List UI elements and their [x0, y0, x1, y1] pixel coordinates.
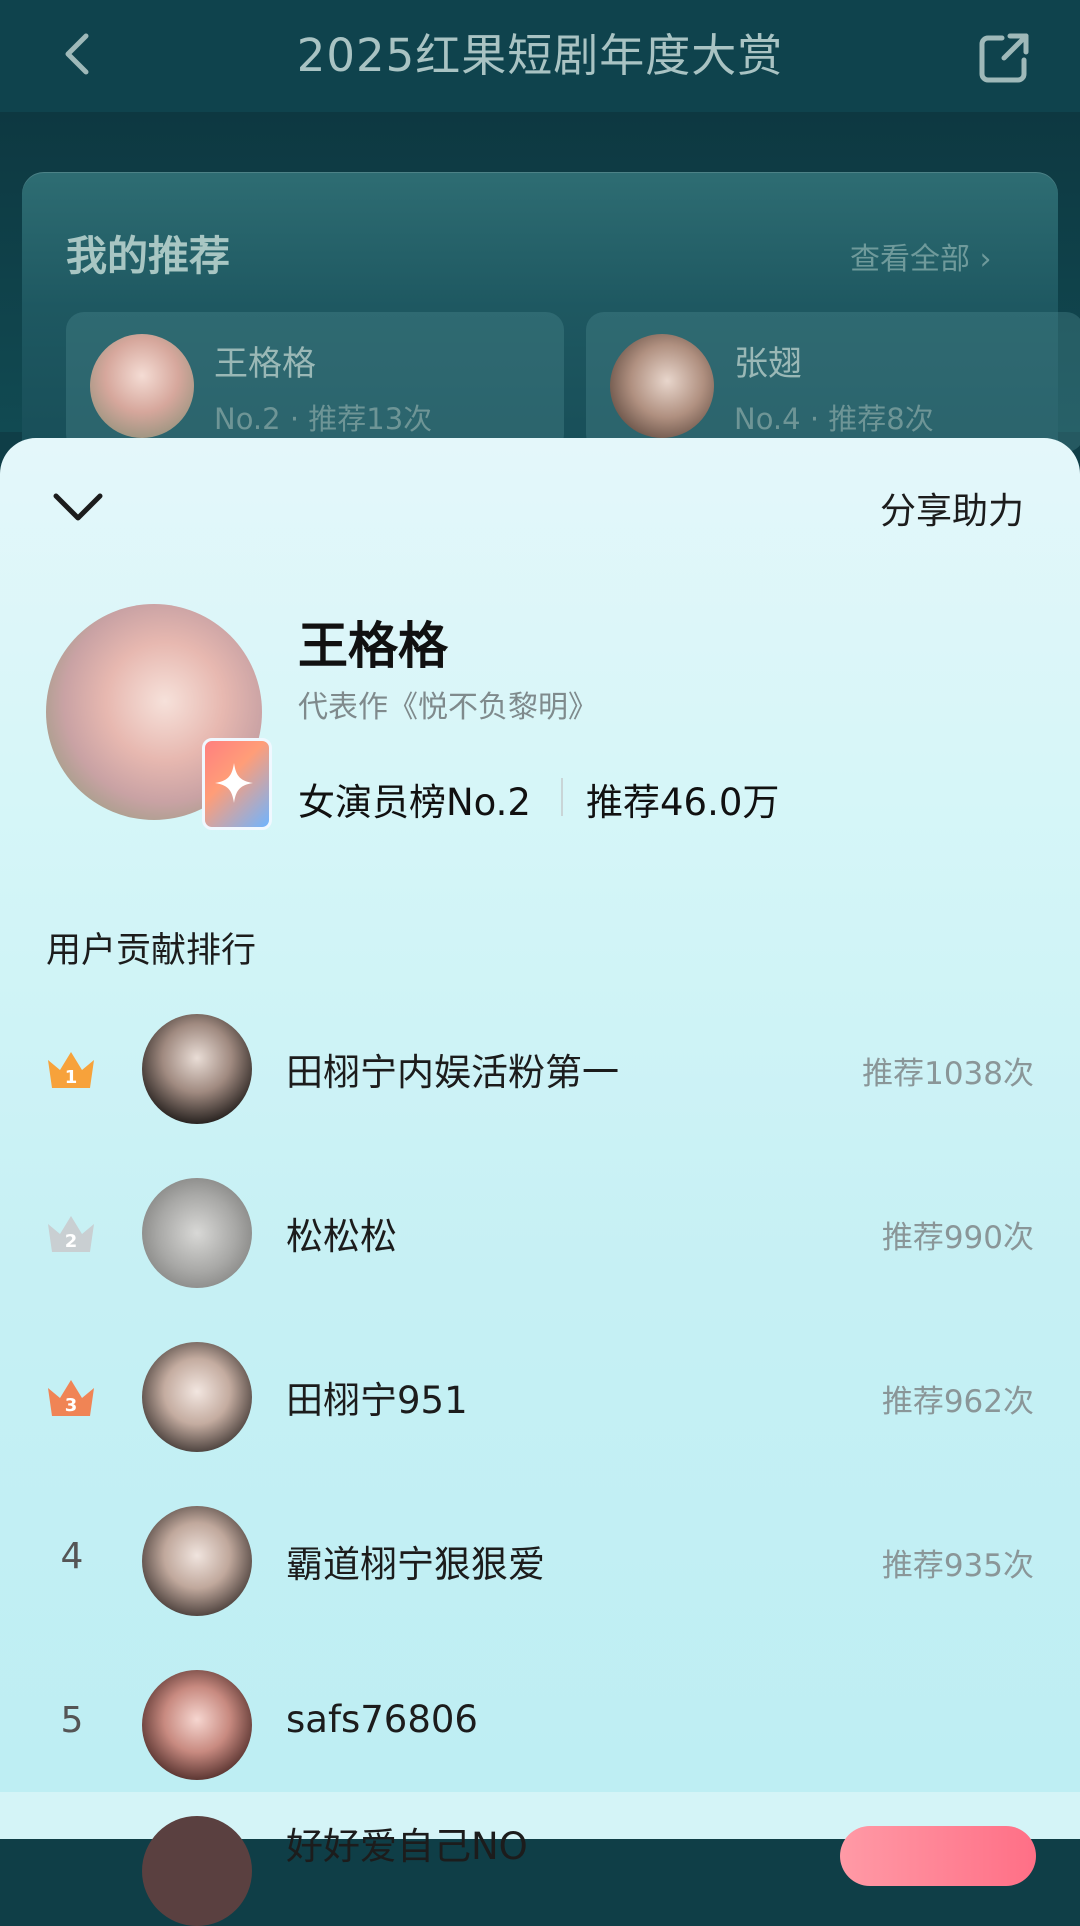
sparkle-badge-icon — [202, 738, 272, 830]
action-button[interactable] — [840, 1826, 1036, 1886]
recommend-item[interactable]: 张翅 No.4 · 推荐8次 — [586, 312, 1080, 452]
avatar — [90, 334, 194, 438]
recommend-item-meta: No.4 · 推荐8次 — [734, 402, 934, 436]
user-name: 田栩宁内娱活粉第一 — [286, 1051, 619, 1094]
recommend-item-meta: No.2 · 推荐13次 — [214, 402, 433, 436]
gold-crown-icon: 1 — [48, 1052, 94, 1088]
avatar — [142, 1816, 252, 1926]
rank-number: 5 — [60, 1700, 84, 1741]
rank-number: 4 — [60, 1536, 84, 1577]
recommend-count: 推荐1038次 — [862, 1056, 1034, 1092]
list-item[interactable]: 4 霸道栩宁狠狠爱 推荐935次 — [0, 1506, 1080, 1616]
recommend-item[interactable]: 王格格 No.2 · 推荐13次 — [66, 312, 564, 452]
list-item[interactable]: 3 田栩宁951 推荐962次 — [0, 1342, 1080, 1452]
recommend-count: 推荐962次 — [881, 1384, 1034, 1420]
list-item[interactable]: 2 松松松 推荐990次 — [0, 1178, 1080, 1288]
recommend-count: 推荐990次 — [881, 1220, 1034, 1256]
user-name: 好好爱自己NO — [286, 1825, 528, 1868]
rank-label: 女演员榜No.2 — [298, 781, 531, 824]
bronze-crown-icon: 3 — [48, 1380, 94, 1416]
list-item[interactable]: 5 safs76806 — [0, 1670, 1080, 1780]
avatar — [142, 1342, 252, 1452]
contribution-title: 用户贡献排行 — [46, 931, 257, 971]
user-name: 田栩宁951 — [286, 1379, 468, 1422]
user-name: 松松松 — [286, 1215, 397, 1258]
svg-text:3: 3 — [65, 1395, 78, 1416]
recommend-title: 我的推荐 — [66, 232, 230, 280]
avatar — [142, 1014, 252, 1124]
chevron-down-icon[interactable] — [50, 486, 106, 526]
page-title: 2025红果短剧年度大赏 — [296, 29, 784, 82]
avatar — [142, 1670, 252, 1780]
avatar — [610, 334, 714, 438]
divider — [561, 778, 563, 816]
user-name: safs76806 — [286, 1698, 478, 1741]
list-item[interactable]: 1 田栩宁内娱活粉第一 推荐1038次 — [0, 1014, 1080, 1124]
votes-label: 推荐46.0万 — [586, 781, 780, 824]
user-name: 霸道栩宁狠狠爱 — [286, 1543, 545, 1586]
recommend-count: 推荐935次 — [881, 1548, 1034, 1584]
svg-text:1: 1 — [65, 1067, 78, 1088]
recommend-item-name: 王格格 — [214, 344, 316, 384]
recommend-item-name: 张翅 — [734, 344, 802, 384]
celebrity-name: 王格格 — [298, 617, 448, 675]
representative-work: 代表作《悦不负黎明》 — [298, 690, 598, 725]
svg-text:2: 2 — [65, 1231, 78, 1252]
silver-crown-icon: 2 — [48, 1216, 94, 1252]
view-all-link[interactable]: 查看全部 › — [850, 234, 992, 278]
share-help-button[interactable]: 分享助力 — [880, 482, 1024, 534]
share-icon[interactable] — [976, 30, 1032, 86]
avatar — [142, 1506, 252, 1616]
avatar — [142, 1178, 252, 1288]
